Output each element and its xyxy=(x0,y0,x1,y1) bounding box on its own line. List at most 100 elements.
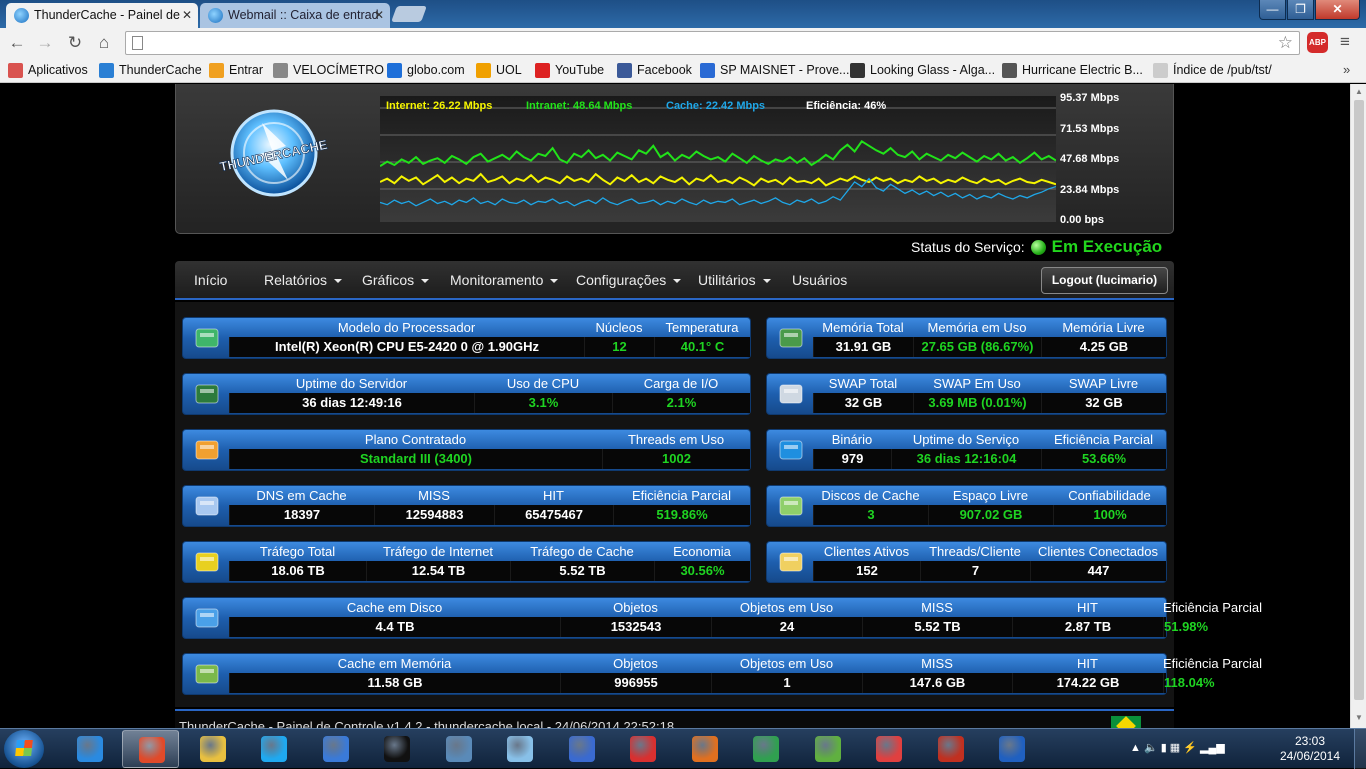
stats-panel-disk-cache: Cache em Disco 4.4 TB Objetos 1532543 Objeto… xyxy=(182,597,1262,639)
stat-value: 65475467 xyxy=(494,505,613,525)
stat-label: Clientes Ativos xyxy=(823,544,910,559)
nav-utilitarios[interactable]: Utilitários xyxy=(698,272,771,288)
scroll-up-icon[interactable]: ▲ xyxy=(1355,87,1363,96)
start-button[interactable] xyxy=(4,730,44,768)
bookmark-item[interactable]: SP MAISNET - Prove... xyxy=(700,62,849,79)
nav-usuarios[interactable]: Usuários xyxy=(792,272,847,288)
system-tray[interactable]: ▲ 🔈 ▮ ▦ ⚡ ▂▄▆ xyxy=(1130,741,1225,754)
show-desktop-button[interactable] xyxy=(1354,729,1366,769)
nav-inicio[interactable]: Início xyxy=(194,272,227,288)
brazil-flag-icon[interactable] xyxy=(1111,716,1141,728)
thundercache-page: THUNDERCACHE Internet: 26.22 Mbps Intran… xyxy=(0,84,1366,728)
bookmark-item[interactable]: Índice de /pub/tst/ xyxy=(1153,62,1272,79)
taskbar-app-button[interactable] xyxy=(614,730,671,768)
taskbar-app-button[interactable] xyxy=(491,730,548,768)
taskbar-app-button[interactable] xyxy=(922,730,979,768)
bookmark-item[interactable]: VELOCÍMETRO xyxy=(273,62,384,79)
bookmark-label: Looking Glass - Alga... xyxy=(870,63,996,77)
taskbar-app-button[interactable] xyxy=(737,730,794,768)
home-icon[interactable]: ⌂ xyxy=(93,32,115,54)
stats-panel-swap: SWAP Total 32 GB SWAP Em Uso 3.69 MB (0.01%… xyxy=(766,373,1167,415)
close-tab-icon[interactable]: ✕ xyxy=(182,3,192,27)
clients-computer-icon xyxy=(767,542,813,582)
close-tab-icon[interactable]: ✕ xyxy=(374,3,384,27)
taskbar-app-button[interactable] xyxy=(676,730,733,768)
stat-label: HIT xyxy=(1077,656,1098,671)
taskbar-app-button[interactable] xyxy=(983,730,1040,768)
stat-cell: HIT 2.87 TB xyxy=(1012,598,1163,638)
new-tab-button[interactable] xyxy=(391,6,427,22)
chrome-menu-icon[interactable]: ≡ xyxy=(1340,33,1356,51)
taskbar-app-button[interactable] xyxy=(122,730,179,768)
adblock-plus-icon[interactable]: ABP xyxy=(1307,32,1328,53)
forward-arrow-icon[interactable]: → xyxy=(34,32,56,54)
taskbar-app-button[interactable] xyxy=(245,730,302,768)
scroll-down-icon[interactable]: ▼ xyxy=(1355,713,1363,722)
dashboard-content: Modelo do Processador Intel(R) Xeon(R) CP… xyxy=(175,302,1262,707)
stat-cell: Objetos 1532543 xyxy=(560,598,711,638)
taskbar-app-button[interactable] xyxy=(61,730,118,768)
stat-cell: Uptime do Serviço 36 dias 12:16:04 xyxy=(891,430,1041,470)
stat-label: Objetos xyxy=(613,600,658,615)
bookmarks-overflow-icon[interactable]: » xyxy=(1343,62,1350,77)
taskbar-app-button[interactable] xyxy=(860,730,917,768)
taskbar-app-button[interactable] xyxy=(307,730,364,768)
tab-thundercache[interactable]: ThunderCache - Painel de ✕ xyxy=(6,3,198,28)
nav-monitoramento[interactable]: Monitoramento xyxy=(450,272,559,288)
tab-webmail[interactable]: Webmail :: Caixa de entrad ✕ xyxy=(200,3,390,28)
bookmark-item[interactable]: YouTube xyxy=(535,62,604,79)
stat-label: Espaço Livre xyxy=(952,488,1029,503)
bookmarks-bar: » Aplicativos ThunderCache Entrar VELOCÍMET… xyxy=(0,58,1366,83)
system-clock[interactable]: 23:03 24/06/2014 xyxy=(1276,734,1344,764)
stat-value: 3.69 MB (0.01%) xyxy=(913,393,1041,413)
nav-relatorios[interactable]: Relatórios xyxy=(264,272,343,288)
bookmark-label: Índice de /pub/tst/ xyxy=(1173,63,1272,77)
reload-icon[interactable]: ↻ xyxy=(64,32,86,54)
page-scrollbar[interactable]: ▲ ▼ xyxy=(1350,84,1366,728)
back-arrow-icon[interactable]: ← xyxy=(6,32,28,54)
bookmark-label: VELOCÍMETRO xyxy=(293,63,384,77)
minimize-button[interactable]: — xyxy=(1259,0,1286,20)
stat-cell: SWAP Livre 32 GB xyxy=(1041,374,1166,414)
nav-graficos[interactable]: Gráficos xyxy=(362,272,430,288)
bookmark-star-icon[interactable]: ☆ xyxy=(1278,33,1293,53)
taskbar-app-button[interactable] xyxy=(184,730,241,768)
stat-value: 519.86% xyxy=(613,505,750,525)
taskbar-app-button[interactable] xyxy=(553,730,610,768)
stat-value: 4.4 TB xyxy=(229,617,560,637)
scrollbar-thumb[interactable] xyxy=(1354,100,1364,700)
stat-label: Tráfego Total xyxy=(259,544,336,559)
stat-value: 447 xyxy=(1030,561,1166,581)
taskbar-app-button[interactable] xyxy=(430,730,487,768)
stat-cell: MISS 5.52 TB xyxy=(862,598,1012,638)
bookmark-item[interactable]: globo.com xyxy=(387,62,465,79)
bookmark-item[interactable]: Looking Glass - Alga... xyxy=(850,62,995,79)
stat-label: Eficiência Parcial xyxy=(1163,656,1262,671)
stat-cell: MISS 12594883 xyxy=(374,486,494,526)
bookmark-item[interactable]: Facebook xyxy=(617,62,692,79)
disk-drive-icon xyxy=(767,486,813,526)
bookmark-item[interactable]: ThunderCache xyxy=(99,62,202,79)
close-window-button[interactable]: ✕ xyxy=(1315,0,1360,20)
bookmark-item[interactable]: Entrar xyxy=(209,62,263,79)
stat-label: MISS xyxy=(418,488,450,503)
bookmark-item[interactable]: Aplicativos xyxy=(8,62,88,79)
taskbar-app-button[interactable] xyxy=(368,730,425,768)
traffic-graph: Internet: 26.22 Mbps Intranet: 48.64 Mbp… xyxy=(379,96,1057,222)
series-line-internet xyxy=(379,172,1057,187)
maximize-button[interactable]: ❐ xyxy=(1287,0,1314,20)
stat-value: 36 dias 12:16:04 xyxy=(891,449,1041,469)
logout-button[interactable]: Logout (lucimario) xyxy=(1041,267,1168,294)
stat-label: SWAP Livre xyxy=(1068,376,1139,391)
service-status-value: Em Execução xyxy=(1051,237,1163,256)
nav-configuracoes[interactable]: Configurações xyxy=(576,272,682,288)
taskbar-app-button[interactable] xyxy=(799,730,856,768)
stat-cell: SWAP Em Uso 3.69 MB (0.01%) xyxy=(913,374,1041,414)
network-tool-icon xyxy=(569,736,595,762)
address-bar[interactable]: ☆ xyxy=(125,31,1300,55)
bookmark-item[interactable]: UOL xyxy=(476,62,522,79)
bookmark-item[interactable]: Hurricane Electric B... xyxy=(1002,62,1143,79)
stat-label: Eficiência Parcial xyxy=(1054,432,1153,447)
globe-icon xyxy=(767,430,813,470)
chrome-icon xyxy=(139,737,165,763)
